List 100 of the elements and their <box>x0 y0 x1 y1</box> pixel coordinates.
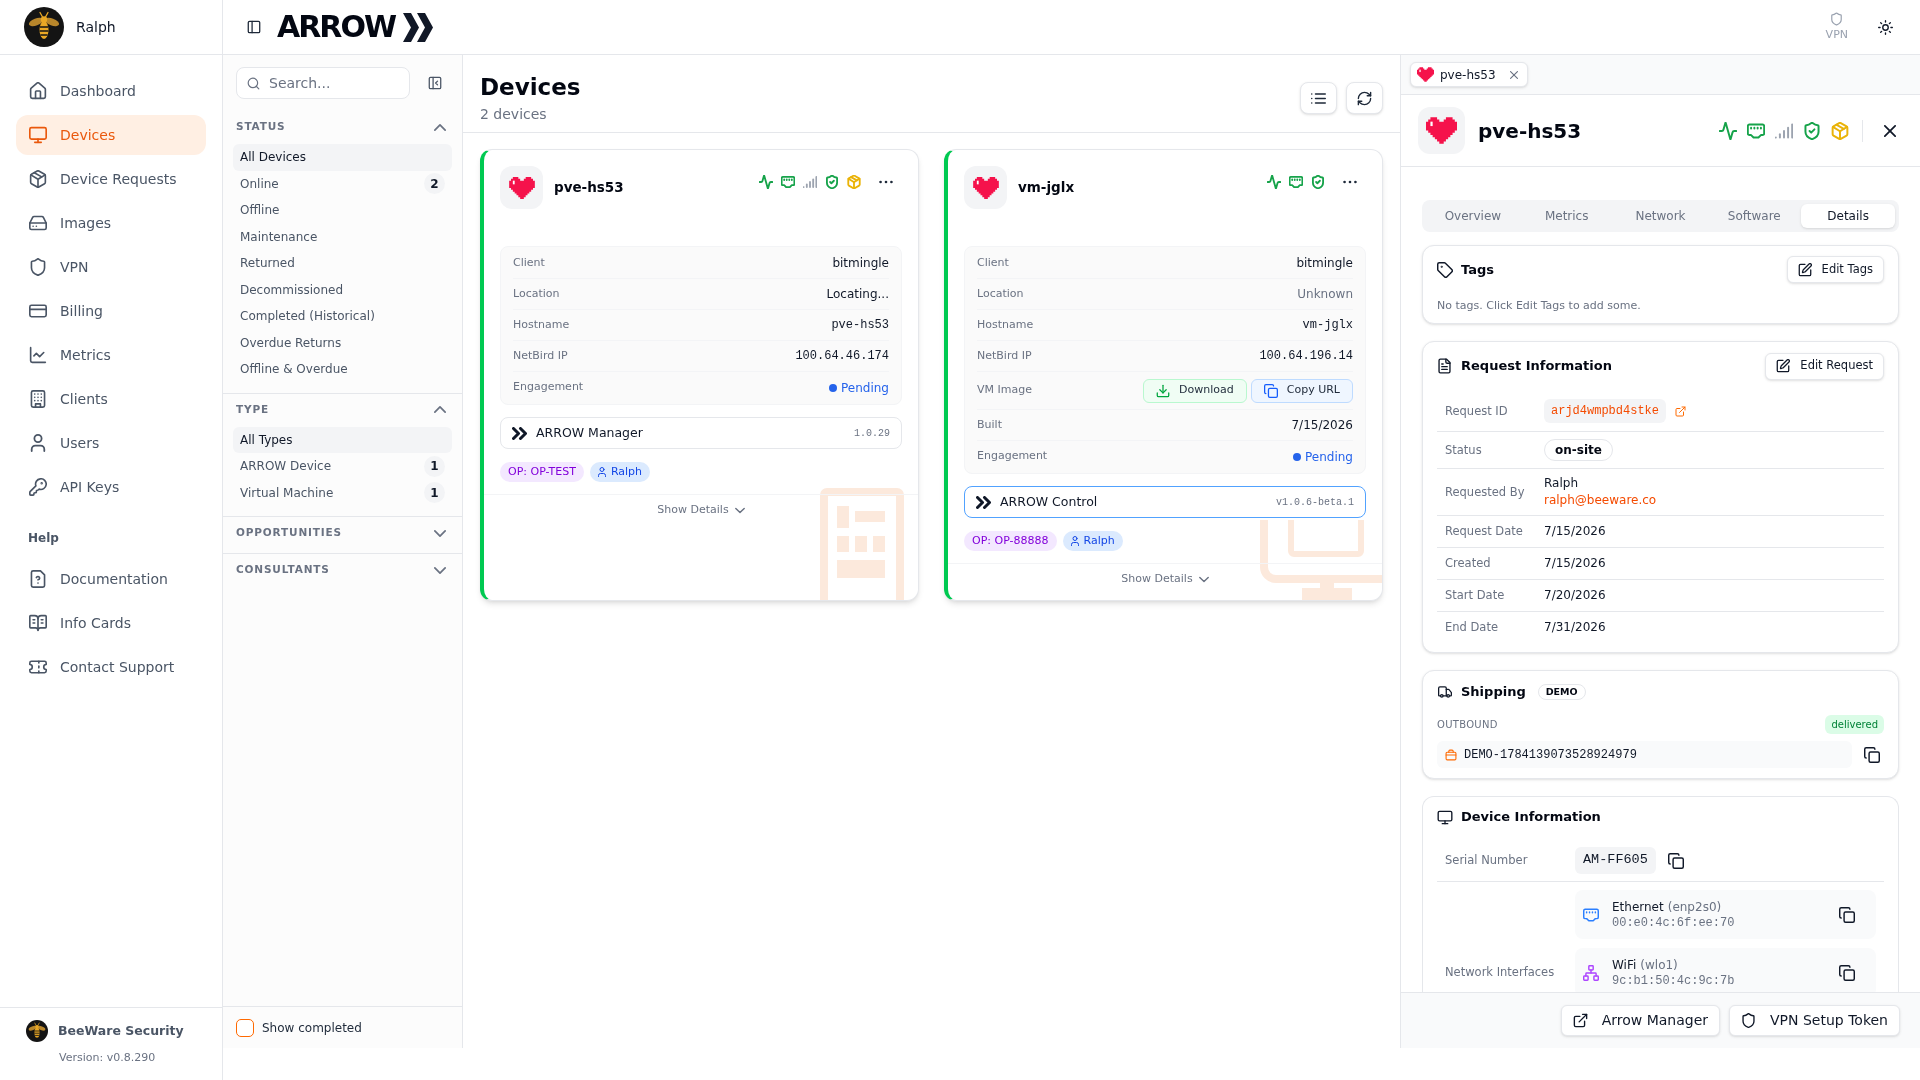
user-icon <box>597 467 606 477</box>
checkbox-label: Show completed <box>262 1019 362 1037</box>
filter-item[interactable]: Completed (Historical) <box>233 303 452 330</box>
software-row[interactable]: ARROW Control v1.0.6-beta.1 <box>964 486 1366 518</box>
filter-group-header[interactable]: STATUS <box>223 117 462 137</box>
house-icon <box>29 82 47 100</box>
open-manager-button[interactable]: Arrow Manager <box>1560 1005 1720 1036</box>
external-link-icon <box>1572 1013 1588 1028</box>
count-badge: 2 <box>424 173 445 195</box>
tag-icon <box>1437 261 1453 278</box>
show-details-button[interactable]: Show Details <box>1121 571 1209 588</box>
copy-icon[interactable] <box>1667 852 1684 869</box>
edit-request-button[interactable]: Edit Request <box>1765 352 1884 380</box>
software-row[interactable]: ARROW Manager 1.0.29 <box>500 417 902 449</box>
refresh-button[interactable] <box>1346 82 1383 114</box>
direction-label: OUTBOUND <box>1437 718 1498 732</box>
page-title: Devices <box>480 74 581 100</box>
network-icon <box>1583 964 1599 981</box>
show-details-button[interactable]: Show Details <box>657 502 745 519</box>
monitor-icon <box>1437 809 1453 825</box>
filter-item[interactable]: Offline <box>233 197 452 224</box>
collapse-panel-icon[interactable] <box>428 76 442 90</box>
vpn-token-button[interactable]: VPN Setup Token <box>1729 1005 1900 1036</box>
close-icon[interactable] <box>1884 124 1896 137</box>
count-badge: 1 <box>424 482 445 504</box>
interface-device: (wlo1) <box>1640 956 1678 973</box>
filter-item[interactable]: Overdue Returns <box>233 329 452 356</box>
field-value: Unknown <box>1297 286 1353 303</box>
nav-item[interactable]: Images <box>16 203 206 243</box>
email-link[interactable]: ralph@beeware.co <box>1544 492 1657 509</box>
software-name: ARROW Manager <box>536 423 643 442</box>
nav-item[interactable]: Dashboard <box>16 71 206 111</box>
sun-icon[interactable] <box>1878 19 1893 35</box>
tab[interactable]: Network <box>1613 204 1708 228</box>
filter-item[interactable]: Offline & Overdue <box>233 356 452 383</box>
nav-item[interactable]: Documentation <box>16 559 206 599</box>
background-layout-icon <box>820 487 904 600</box>
nav-item[interactable]: Contact Support <box>16 647 206 687</box>
field-label: Client <box>977 254 1009 271</box>
filter-item[interactable]: Decommissioned <box>233 276 452 303</box>
nav-item[interactable]: Clients <box>16 379 206 419</box>
ethernet-port-icon <box>1583 906 1599 923</box>
external-link-icon[interactable] <box>1675 405 1687 417</box>
search-field[interactable]: Search... <box>236 67 410 99</box>
person-name: Ralph <box>1544 475 1578 492</box>
tab[interactable]: Details <box>1801 204 1895 228</box>
nav-item[interactable]: Metrics <box>16 335 206 375</box>
filter-item[interactable]: All Types <box>233 426 452 453</box>
nav-item[interactable]: Device Requests <box>16 159 206 199</box>
line-chart-icon <box>29 346 47 364</box>
more-options-icon[interactable] <box>879 180 893 184</box>
hard-drive-icon <box>29 214 47 232</box>
opportunity-tag: OP: OP-88888 <box>964 531 1057 551</box>
filter-item[interactable]: ARROW Device 1 <box>233 453 452 480</box>
opportunity-tag: OP: OP-TEST <box>500 462 584 482</box>
nav-item[interactable]: Info Cards <box>16 603 206 643</box>
chevron-down-icon <box>1198 575 1209 583</box>
nav-item[interactable]: VPN <box>16 247 206 287</box>
copy-icon[interactable] <box>1864 746 1880 763</box>
tab[interactable]: Overview <box>1426 204 1520 228</box>
filter-item[interactable]: Returned <box>233 250 452 277</box>
sidebar-toggle-icon[interactable] <box>247 20 261 34</box>
copy-url-button[interactable]: Copy URL <box>1250 378 1353 403</box>
user-icon <box>1070 536 1079 546</box>
field-value: 7/15/2026 <box>1291 417 1353 434</box>
more-options-icon[interactable] <box>1343 180 1357 184</box>
nav-item[interactable]: Users <box>16 423 206 463</box>
copy-icon[interactable] <box>1839 964 1855 981</box>
field-label: Location <box>977 285 1024 302</box>
list-view-button[interactable] <box>1300 82 1337 114</box>
filter-item[interactable]: All Devices <box>233 144 452 171</box>
software-name: ARROW Control <box>1000 492 1098 511</box>
field-label: Engagement <box>513 379 584 396</box>
chevrons-right-icon <box>512 426 527 440</box>
nav-item[interactable]: Billing <box>16 291 206 331</box>
filter-group-header[interactable]: TYPE <box>223 399 462 420</box>
tag-label: Ralph <box>1083 532 1115 549</box>
copy-icon <box>1263 383 1278 398</box>
card-title: Tags <box>1461 260 1494 279</box>
filter-item[interactable]: Virtual Machine 1 <box>233 479 452 506</box>
edit-tags-button[interactable]: Edit Tags <box>1786 256 1884 283</box>
tab[interactable]: Metrics <box>1519 204 1614 228</box>
checkbox[interactable] <box>236 1018 254 1037</box>
filter-group-header[interactable]: OPPORTUNITIES <box>223 523 462 543</box>
credit-card-icon <box>29 302 47 320</box>
filter-item[interactable]: Online 2 <box>233 170 452 197</box>
filter-item[interactable]: Maintenance <box>233 223 452 250</box>
field-label: Request Date <box>1445 523 1523 540</box>
organization-name: BeeWare Security <box>58 1021 184 1040</box>
filter-group-header[interactable]: CONSULTANTS <box>223 560 462 580</box>
truck-icon <box>1437 685 1453 699</box>
device-card[interactable]: pve-hs53 Client bitmingle Location Locating... Hostname pve-hs53 NetBird IP 100.64.46.174 Engagement Pending ARROW Manager 1.0.29 OP: OP-TEST Ralph Show Details <box>480 149 919 601</box>
copy-icon[interactable] <box>1839 906 1855 923</box>
bee-logo-icon <box>24 7 64 47</box>
device-tab[interactable]: pve-hs53 <box>1410 62 1528 87</box>
nav-item[interactable]: API Keys <box>16 467 206 507</box>
device-name: pve-hs53 <box>1478 117 1582 145</box>
tab[interactable]: Software <box>1707 204 1802 228</box>
download-button[interactable]: Download <box>1143 378 1247 403</box>
field-value: Locating... <box>826 286 889 303</box>
